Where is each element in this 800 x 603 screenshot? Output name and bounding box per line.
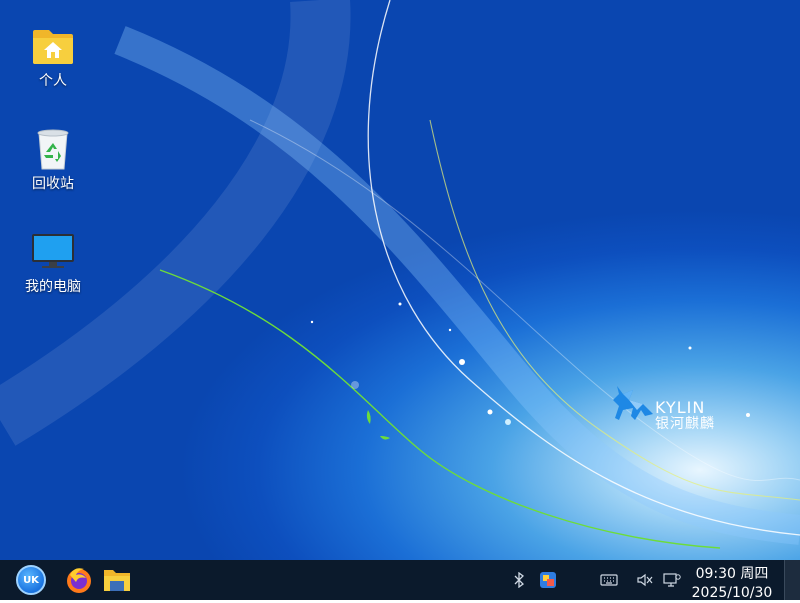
wallpaper-decoration <box>0 0 800 549</box>
start-menu-button[interactable]: UK <box>12 560 50 600</box>
show-desktop-button[interactable] <box>784 560 800 600</box>
desktop[interactable]: 个人 回收站 我的电脑 KYLIN 银河麒麟 <box>0 0 800 600</box>
home-folder-icon <box>29 24 77 68</box>
desktop-icon-recycle-bin[interactable]: 回收站 <box>13 127 93 193</box>
system-clock[interactable]: 09:30 周四 2025/10/30 <box>688 565 776 601</box>
desktop-icon-label: 我的电脑 <box>25 279 81 295</box>
firefox-icon <box>67 568 91 593</box>
volume-muted-icon[interactable] <box>634 560 656 600</box>
firefox-taskbar-button[interactable] <box>62 560 96 600</box>
desktop-icon-label: 个人 <box>39 73 67 89</box>
kylin-brand-en: KYLIN <box>655 398 706 417</box>
desktop-icon-computer[interactable]: 我的电脑 <box>13 230 93 296</box>
computer-icon <box>29 230 77 274</box>
network-icon[interactable] <box>661 560 683 600</box>
desktop-icon-home[interactable]: 个人 <box>13 24 93 90</box>
file-manager-icon <box>104 570 130 591</box>
clock-date: 2025/10/30 <box>691 585 773 601</box>
kylin-brand-cn: 银河麒麟 <box>655 416 715 432</box>
app-tray-icon[interactable] <box>537 560 559 600</box>
uk-logo-icon: UK <box>16 565 46 595</box>
file-manager-taskbar-button[interactable] <box>100 560 134 600</box>
keyboard-icon[interactable] <box>598 560 620 600</box>
taskbar: UK 09:30 周四 2025/10/30 <box>0 560 800 601</box>
bluetooth-icon[interactable] <box>508 560 530 600</box>
kylin-brand-text: KYLIN 银河麒麟 <box>655 398 715 433</box>
desktop-icon-label: 回收站 <box>32 176 74 192</box>
recycle-bin-icon <box>29 127 77 171</box>
clock-time: 09:30 周四 <box>695 566 769 582</box>
